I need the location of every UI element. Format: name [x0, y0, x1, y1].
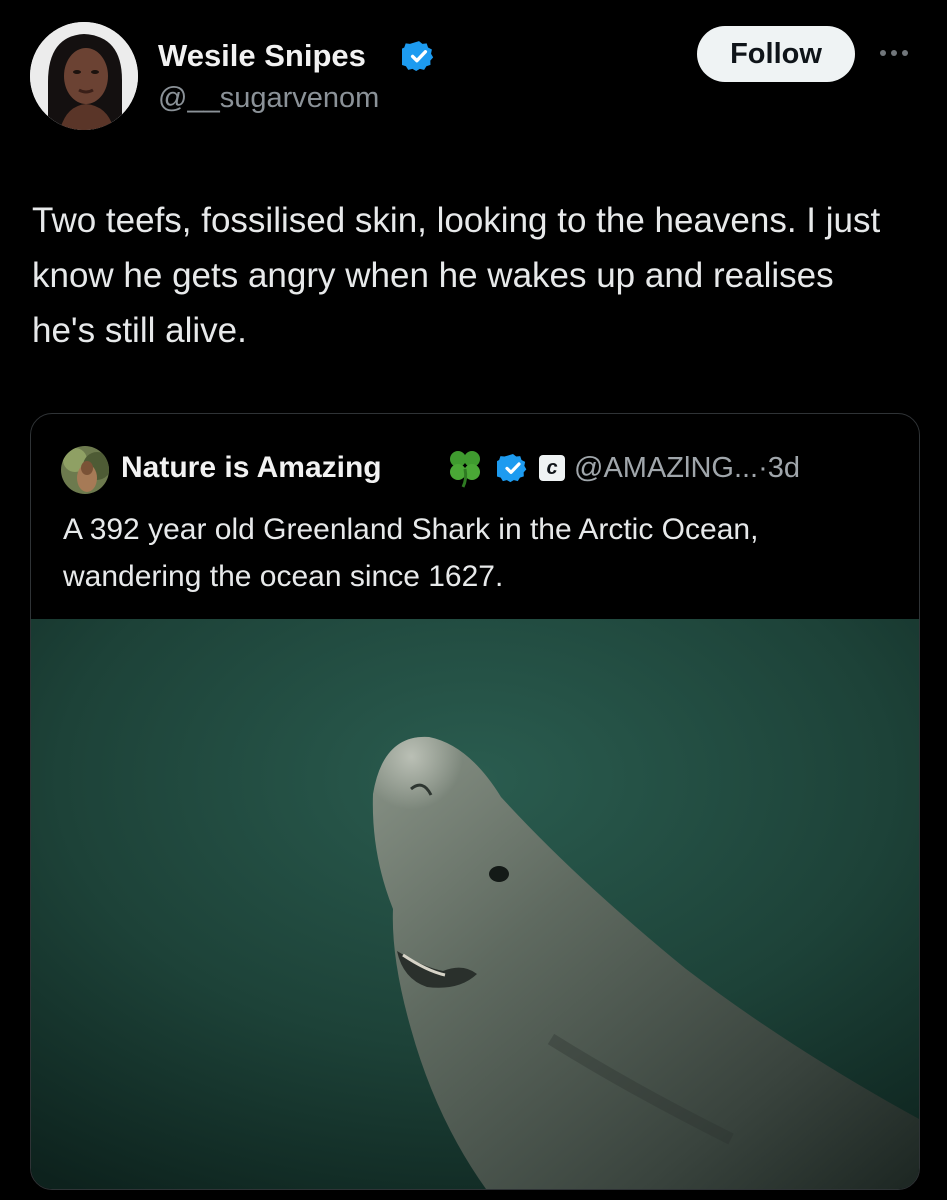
quoted-tweet-image[interactable]	[31, 619, 919, 1189]
c-badge-icon: c	[539, 455, 565, 481]
verified-badge-icon	[497, 454, 527, 483]
dot	[891, 50, 897, 56]
quoted-author-display-name[interactable]: Nature is Amazing	[121, 451, 382, 485]
quoted-author-avatar[interactable]	[61, 446, 109, 494]
more-dots-icon[interactable]	[872, 38, 916, 68]
quoted-tweet-text: A 392 year old Greenland Shark in the Ar…	[63, 513, 759, 593]
four-leaf-clover-icon	[450, 451, 480, 488]
author-avatar[interactable]	[30, 22, 138, 130]
author-handle[interactable]: @__sugarvenom	[158, 82, 379, 115]
follow-button[interactable]: Follow	[697, 26, 855, 82]
tweet-text: Two teefs, fossilised skin, looking to t…	[32, 201, 881, 350]
verified-badge-icon	[402, 41, 434, 72]
quoted-tweet-meta: @AMAZlNG...·3d	[574, 452, 800, 485]
dot	[880, 50, 886, 56]
meta-separator: ·	[758, 452, 768, 484]
quoted-tweet-time[interactable]: 3d	[768, 452, 800, 484]
tweet-header: Wesile Snipes @__sugarvenom Follow	[0, 0, 947, 150]
quoted-author-handle[interactable]: @AMAZlNG...	[574, 452, 758, 484]
quoted-tweet-card[interactable]: Nature is Amazing c @AMAZlNG...·3d A 392…	[30, 413, 920, 1190]
author-display-name[interactable]: Wesile Snipes	[158, 38, 366, 74]
dot	[902, 50, 908, 56]
